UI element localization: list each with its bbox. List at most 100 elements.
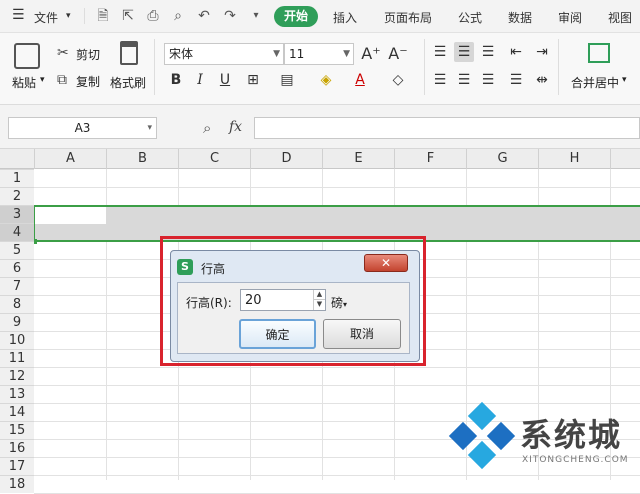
highlight-icon[interactable]: ◈ xyxy=(316,70,336,90)
row-header-2[interactable]: 2 xyxy=(0,187,34,205)
format-painter-button[interactable]: 格式刷 xyxy=(110,74,146,91)
tab-start[interactable]: 开始 xyxy=(274,6,318,27)
row-header-16[interactable]: 16 xyxy=(0,439,34,457)
align-middle-icon[interactable]: ☰ xyxy=(454,42,474,62)
watermark-logo-icon xyxy=(448,401,516,470)
scissors-icon[interactable]: ✂ xyxy=(57,45,69,61)
select-all-corner[interactable] xyxy=(0,149,34,169)
increase-font-icon[interactable]: A⁺ xyxy=(361,44,381,64)
paste-button[interactable]: 粘贴 xyxy=(12,74,36,91)
font-size-select[interactable]: 11 ▼ xyxy=(284,43,354,65)
row-header-12[interactable]: 12 xyxy=(0,367,34,385)
print-preview-icon[interactable]: ⌕ xyxy=(170,8,186,24)
row-gridline xyxy=(34,403,640,404)
merge-center-button[interactable]: 合并居中 xyxy=(571,74,619,91)
row-header-4[interactable]: 4 xyxy=(0,223,34,241)
copy-button[interactable]: 复制 xyxy=(76,73,100,90)
column-header-e[interactable]: E xyxy=(322,149,394,169)
tab-insert[interactable]: 插入 xyxy=(333,9,357,26)
column-header-overflow[interactable] xyxy=(610,149,640,169)
close-button[interactable]: ✕ xyxy=(364,254,408,272)
chevron-down-icon[interactable]: ▾ xyxy=(66,11,71,21)
indent-increase-icon[interactable]: ⇥ xyxy=(532,42,552,62)
border-icon[interactable]: ⊞ xyxy=(243,70,263,90)
row-header-11[interactable]: 11 xyxy=(0,349,34,367)
print-icon[interactable]: ⎙ xyxy=(145,8,161,24)
font-color-icon[interactable]: A xyxy=(350,70,370,90)
file-menu[interactable]: 文件 xyxy=(34,9,58,26)
chevron-down-icon[interactable]: ▾ xyxy=(622,75,627,85)
row-height-input[interactable]: 20 ▲ ▼ xyxy=(240,289,326,311)
align-center-icon[interactable]: ☰ xyxy=(454,70,474,90)
row-header-17[interactable]: 17 xyxy=(0,457,34,475)
column-headers: A B C D E F G H xyxy=(0,149,640,169)
align-top-icon[interactable]: ☰ xyxy=(430,42,450,62)
row-header-1[interactable]: 1 xyxy=(0,169,34,187)
italic-icon[interactable]: I xyxy=(190,70,210,90)
unit-select[interactable]: 磅▾ xyxy=(331,294,347,311)
column-header-h[interactable]: H xyxy=(538,149,610,169)
column-header-a[interactable]: A xyxy=(34,149,106,169)
chevron-down-icon: ▾ xyxy=(343,300,348,309)
undo-icon[interactable]: ↶ xyxy=(196,8,212,24)
chevron-down-icon: ▼ xyxy=(343,49,350,59)
chevron-down-icon[interactable]: ▾ xyxy=(40,75,45,85)
tab-data[interactable]: 数据 xyxy=(508,9,532,26)
row-header-8[interactable]: 8 xyxy=(0,295,34,313)
row-header-7[interactable]: 7 xyxy=(0,277,34,295)
row-header-9[interactable]: 9 xyxy=(0,313,34,331)
fx-icon[interactable]: fx xyxy=(229,119,242,135)
row-header-10[interactable]: 10 xyxy=(0,331,34,349)
row-height-value: 20 xyxy=(245,293,262,308)
column-header-f[interactable]: F xyxy=(394,149,466,169)
merge-cells-icon[interactable] xyxy=(588,43,610,63)
row-header-14[interactable]: 14 xyxy=(0,403,34,421)
justify-icon[interactable]: ☰ xyxy=(506,70,526,90)
column-header-b[interactable]: B xyxy=(106,149,178,169)
row-height-label: 行高(R): xyxy=(186,296,232,310)
ok-button[interactable]: 确定 xyxy=(239,319,316,349)
cut-button[interactable]: 剪切 xyxy=(76,46,100,63)
column-header-g[interactable]: G xyxy=(466,149,538,169)
font-size-value: 11 xyxy=(289,47,305,61)
align-right-icon[interactable]: ☰ xyxy=(478,70,498,90)
redo-icon[interactable]: ↷ xyxy=(222,8,238,24)
row-header-18[interactable]: 18 xyxy=(0,475,34,493)
row-header-3[interactable]: 3 xyxy=(0,205,34,223)
customize-icon[interactable]: ▾ xyxy=(248,8,264,24)
distributed-icon[interactable]: ⇹ xyxy=(532,70,552,90)
zoom-icon[interactable]: ⌕ xyxy=(203,119,211,137)
hamburger-icon[interactable]: ☰ xyxy=(12,7,25,23)
copy-icon[interactable]: ⧉ xyxy=(57,72,67,88)
cancel-button[interactable]: 取消 xyxy=(323,319,401,349)
export-icon[interactable]: ⇱ xyxy=(120,8,136,24)
spin-down-icon[interactable]: ▼ xyxy=(313,300,325,310)
tab-formula[interactable]: 公式 xyxy=(458,9,482,26)
save-icon[interactable]: 🗎 xyxy=(95,8,111,24)
format-painter-icon[interactable] xyxy=(120,41,138,65)
font-name-value: 宋体 xyxy=(169,47,194,61)
name-box[interactable]: A3 ▾ xyxy=(8,117,157,139)
align-bottom-icon[interactable]: ☰ xyxy=(478,42,498,62)
underline-icon[interactable]: U xyxy=(215,70,235,90)
column-header-c[interactable]: C xyxy=(178,149,250,169)
tab-view[interactable]: 视图 xyxy=(608,9,632,26)
column-header-d[interactable]: D xyxy=(250,149,322,169)
fill-color-icon[interactable]: ▤ xyxy=(277,70,297,90)
row-header-6[interactable]: 6 xyxy=(0,259,34,277)
row-header-13[interactable]: 13 xyxy=(0,385,34,403)
indent-decrease-icon[interactable]: ⇤ xyxy=(506,42,526,62)
bold-icon[interactable]: B xyxy=(166,70,186,90)
tab-review[interactable]: 审阅 xyxy=(558,9,582,26)
font-name-select[interactable]: 宋体 ▼ xyxy=(164,43,284,65)
decrease-font-icon[interactable]: A⁻ xyxy=(388,44,408,64)
tab-page-layout[interactable]: 页面布局 xyxy=(384,9,432,26)
spin-up-icon[interactable]: ▲ xyxy=(313,290,325,300)
clear-format-icon[interactable]: ◇ xyxy=(388,70,408,90)
paste-icon[interactable] xyxy=(14,43,40,69)
formula-input[interactable] xyxy=(254,117,640,139)
row-header-15[interactable]: 15 xyxy=(0,421,34,439)
watermark-url: XITONGCHENG.COM xyxy=(522,455,629,465)
row-header-5[interactable]: 5 xyxy=(0,241,34,259)
align-left-icon[interactable]: ☰ xyxy=(430,70,450,90)
